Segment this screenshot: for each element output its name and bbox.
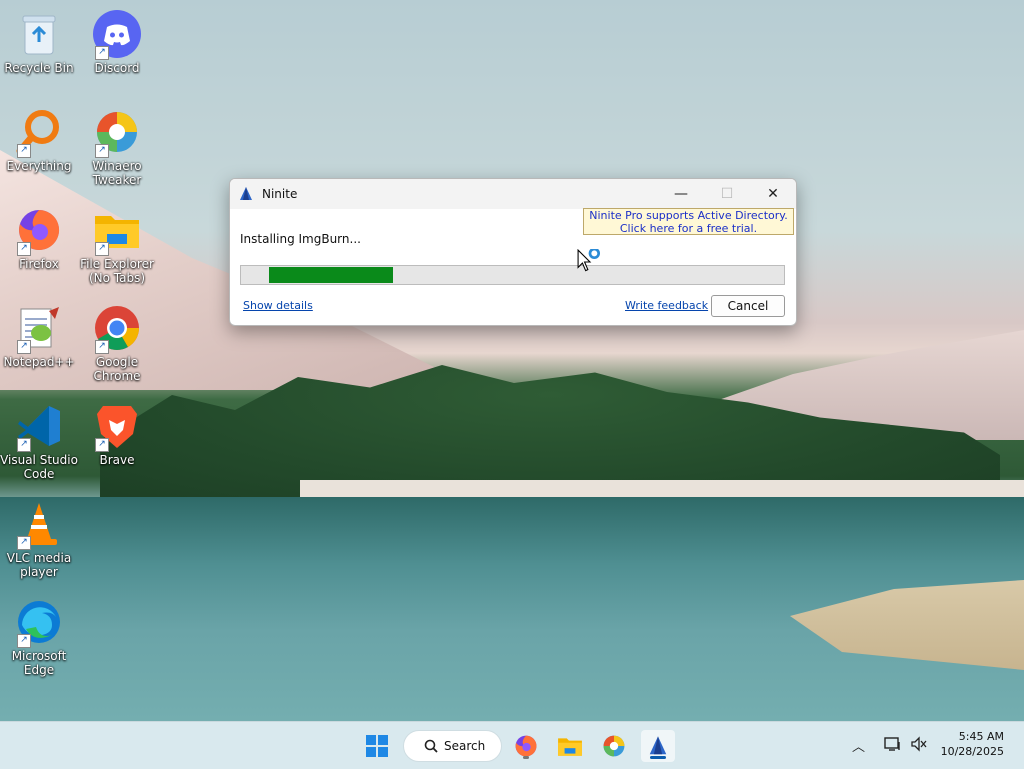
progress-fill bbox=[269, 267, 393, 283]
ninite-window[interactable]: Ninite — ☐ ✕ Ninite Pro supports Active … bbox=[229, 178, 797, 326]
close-icon: ✕ bbox=[767, 186, 779, 202]
pro-banner-line1: Ninite Pro supports Active Directory. bbox=[589, 209, 788, 222]
desktop-icon-winaero-tweaker[interactable]: ↗ Winaero Tweaker bbox=[78, 102, 156, 187]
folder-icon: ↗ bbox=[93, 206, 141, 256]
desktop-icon-label: Everything bbox=[6, 159, 72, 173]
search-label: Search bbox=[444, 739, 486, 753]
everything-search-icon: ↗ bbox=[15, 108, 63, 158]
shortcut-arrow-icon: ↗ bbox=[17, 144, 31, 158]
ninite-logo-icon bbox=[649, 736, 667, 755]
pro-banner-line2: Click here for a free trial. bbox=[619, 222, 758, 235]
show-details-link[interactable]: Show details bbox=[243, 299, 313, 312]
cancel-button[interactable]: Cancel bbox=[711, 295, 785, 317]
desktop-icon-label: VLC media player bbox=[6, 551, 72, 579]
vscode-icon: ↗ bbox=[15, 402, 63, 452]
install-status-text: Installing ImgBurn... bbox=[240, 232, 361, 246]
desktop-icon-label: Recycle Bin bbox=[4, 61, 74, 75]
maximize-button[interactable]: ☐ bbox=[704, 179, 750, 209]
desktop-icon-microsoft-edge[interactable]: ↗ Microsoft Edge bbox=[0, 592, 78, 677]
shortcut-arrow-icon: ↗ bbox=[17, 438, 31, 452]
shortcut-arrow-icon: ↗ bbox=[17, 536, 31, 550]
desktop-icon-vlc[interactable]: ↗ VLC media player bbox=[0, 494, 78, 579]
shortcut-arrow-icon: ↗ bbox=[95, 242, 109, 256]
install-progress-bar bbox=[240, 265, 785, 285]
winaero-tweaker-icon bbox=[603, 735, 625, 757]
desktop-icon-recycle-bin[interactable]: Recycle Bin bbox=[0, 4, 78, 75]
shortcut-arrow-icon: ↗ bbox=[95, 438, 109, 452]
desktop-icon-label: Firefox bbox=[19, 257, 59, 271]
desktop-icon-firefox[interactable]: ↗ Firefox bbox=[0, 200, 78, 271]
desktop-icon-label: Winaero Tweaker bbox=[92, 159, 142, 187]
minimize-button[interactable]: — bbox=[658, 179, 704, 209]
minimize-icon: — bbox=[674, 186, 688, 202]
taskbar-firefox[interactable] bbox=[509, 730, 543, 762]
window-titlebar[interactable]: Ninite — ☐ ✕ bbox=[230, 179, 796, 209]
vlc-cone-icon: ↗ bbox=[15, 500, 63, 550]
clock-date: 10/28/2025 bbox=[940, 745, 1004, 758]
shortcut-arrow-icon: ↗ bbox=[95, 340, 109, 354]
desktop-icon-label: Notepad++ bbox=[3, 355, 75, 369]
discord-icon: ↗ bbox=[93, 10, 141, 60]
desktop-icon-label: Discord bbox=[94, 61, 140, 75]
edge-icon: ↗ bbox=[15, 598, 63, 648]
desktop-icon-brave[interactable]: ↗ Brave bbox=[78, 396, 156, 467]
search-icon bbox=[424, 739, 438, 753]
window-title: Ninite bbox=[262, 187, 298, 201]
shortcut-arrow-icon: ↗ bbox=[17, 340, 31, 354]
desktop-icon-file-explorer[interactable]: ↗ File Explorer (No Tabs) bbox=[78, 200, 156, 285]
taskbar-clock[interactable]: 5:45 AM 10/28/2025 bbox=[941, 729, 1004, 759]
folder-icon bbox=[558, 738, 582, 756]
windows-logo-icon bbox=[366, 735, 388, 757]
desktop-icon-label: File Explorer (No Tabs) bbox=[80, 257, 154, 285]
shortcut-arrow-icon: ↗ bbox=[17, 634, 31, 648]
write-feedback-link[interactable]: Write feedback bbox=[625, 299, 708, 312]
desktop-icon-google-chrome[interactable]: ↗ Google Chrome bbox=[78, 298, 156, 383]
running-indicator bbox=[523, 756, 529, 759]
taskbar-file-explorer[interactable] bbox=[553, 730, 587, 762]
show-hidden-icons-chevron-icon[interactable]: ︿ bbox=[852, 736, 865, 755]
volume-muted-icon[interactable] bbox=[910, 736, 928, 752]
firefox-icon: ↗ bbox=[15, 206, 63, 256]
desktop-icon-label: Brave bbox=[99, 453, 135, 467]
desktop-icon-label: Google Chrome bbox=[93, 355, 141, 383]
taskbar: Search ︿ 5:45 AM 10/28/2025 bbox=[0, 721, 1024, 769]
busy-cursor-icon bbox=[577, 249, 601, 272]
ninite-pro-banner[interactable]: Ninite Pro supports Active Directory. Cl… bbox=[583, 208, 794, 235]
start-button[interactable] bbox=[360, 730, 394, 762]
brave-lion-icon: ↗ bbox=[93, 402, 141, 452]
shortcut-arrow-icon: ↗ bbox=[95, 46, 109, 60]
desktop-icon-discord[interactable]: ↗ Discord bbox=[78, 4, 156, 75]
chrome-icon: ↗ bbox=[93, 304, 141, 354]
taskbar-winaero-tweaker[interactable] bbox=[597, 730, 631, 762]
notepadpp-icon: ↗ bbox=[15, 304, 63, 354]
desktop-icon-label: Microsoft Edge bbox=[11, 649, 67, 677]
winaero-tweaker-icon: ↗ bbox=[93, 108, 141, 158]
maximize-icon: ☐ bbox=[720, 186, 734, 202]
desktop-icon-everything[interactable]: ↗ Everything bbox=[0, 102, 78, 173]
desktop-icon-vscode[interactable]: ↗ Visual Studio Code bbox=[0, 396, 78, 481]
ninite-logo-icon bbox=[240, 187, 252, 200]
wallpaper-shore bbox=[300, 480, 1024, 498]
shortcut-arrow-icon: ↗ bbox=[95, 144, 109, 158]
desktop-icon-label: Visual Studio Code bbox=[0, 453, 78, 481]
taskbar-ninite[interactable] bbox=[641, 730, 675, 762]
recycle-bin-icon bbox=[15, 10, 63, 58]
desktop-icon-notepadpp[interactable]: ↗ Notepad++ bbox=[0, 298, 78, 369]
firefox-icon bbox=[515, 735, 537, 757]
close-button[interactable]: ✕ bbox=[750, 179, 796, 209]
clock-time: 5:45 AM bbox=[958, 730, 1004, 743]
taskbar-search-box[interactable]: Search bbox=[403, 730, 502, 762]
network-icon[interactable] bbox=[884, 736, 902, 752]
active-indicator bbox=[650, 756, 666, 759]
shortcut-arrow-icon: ↗ bbox=[17, 242, 31, 256]
